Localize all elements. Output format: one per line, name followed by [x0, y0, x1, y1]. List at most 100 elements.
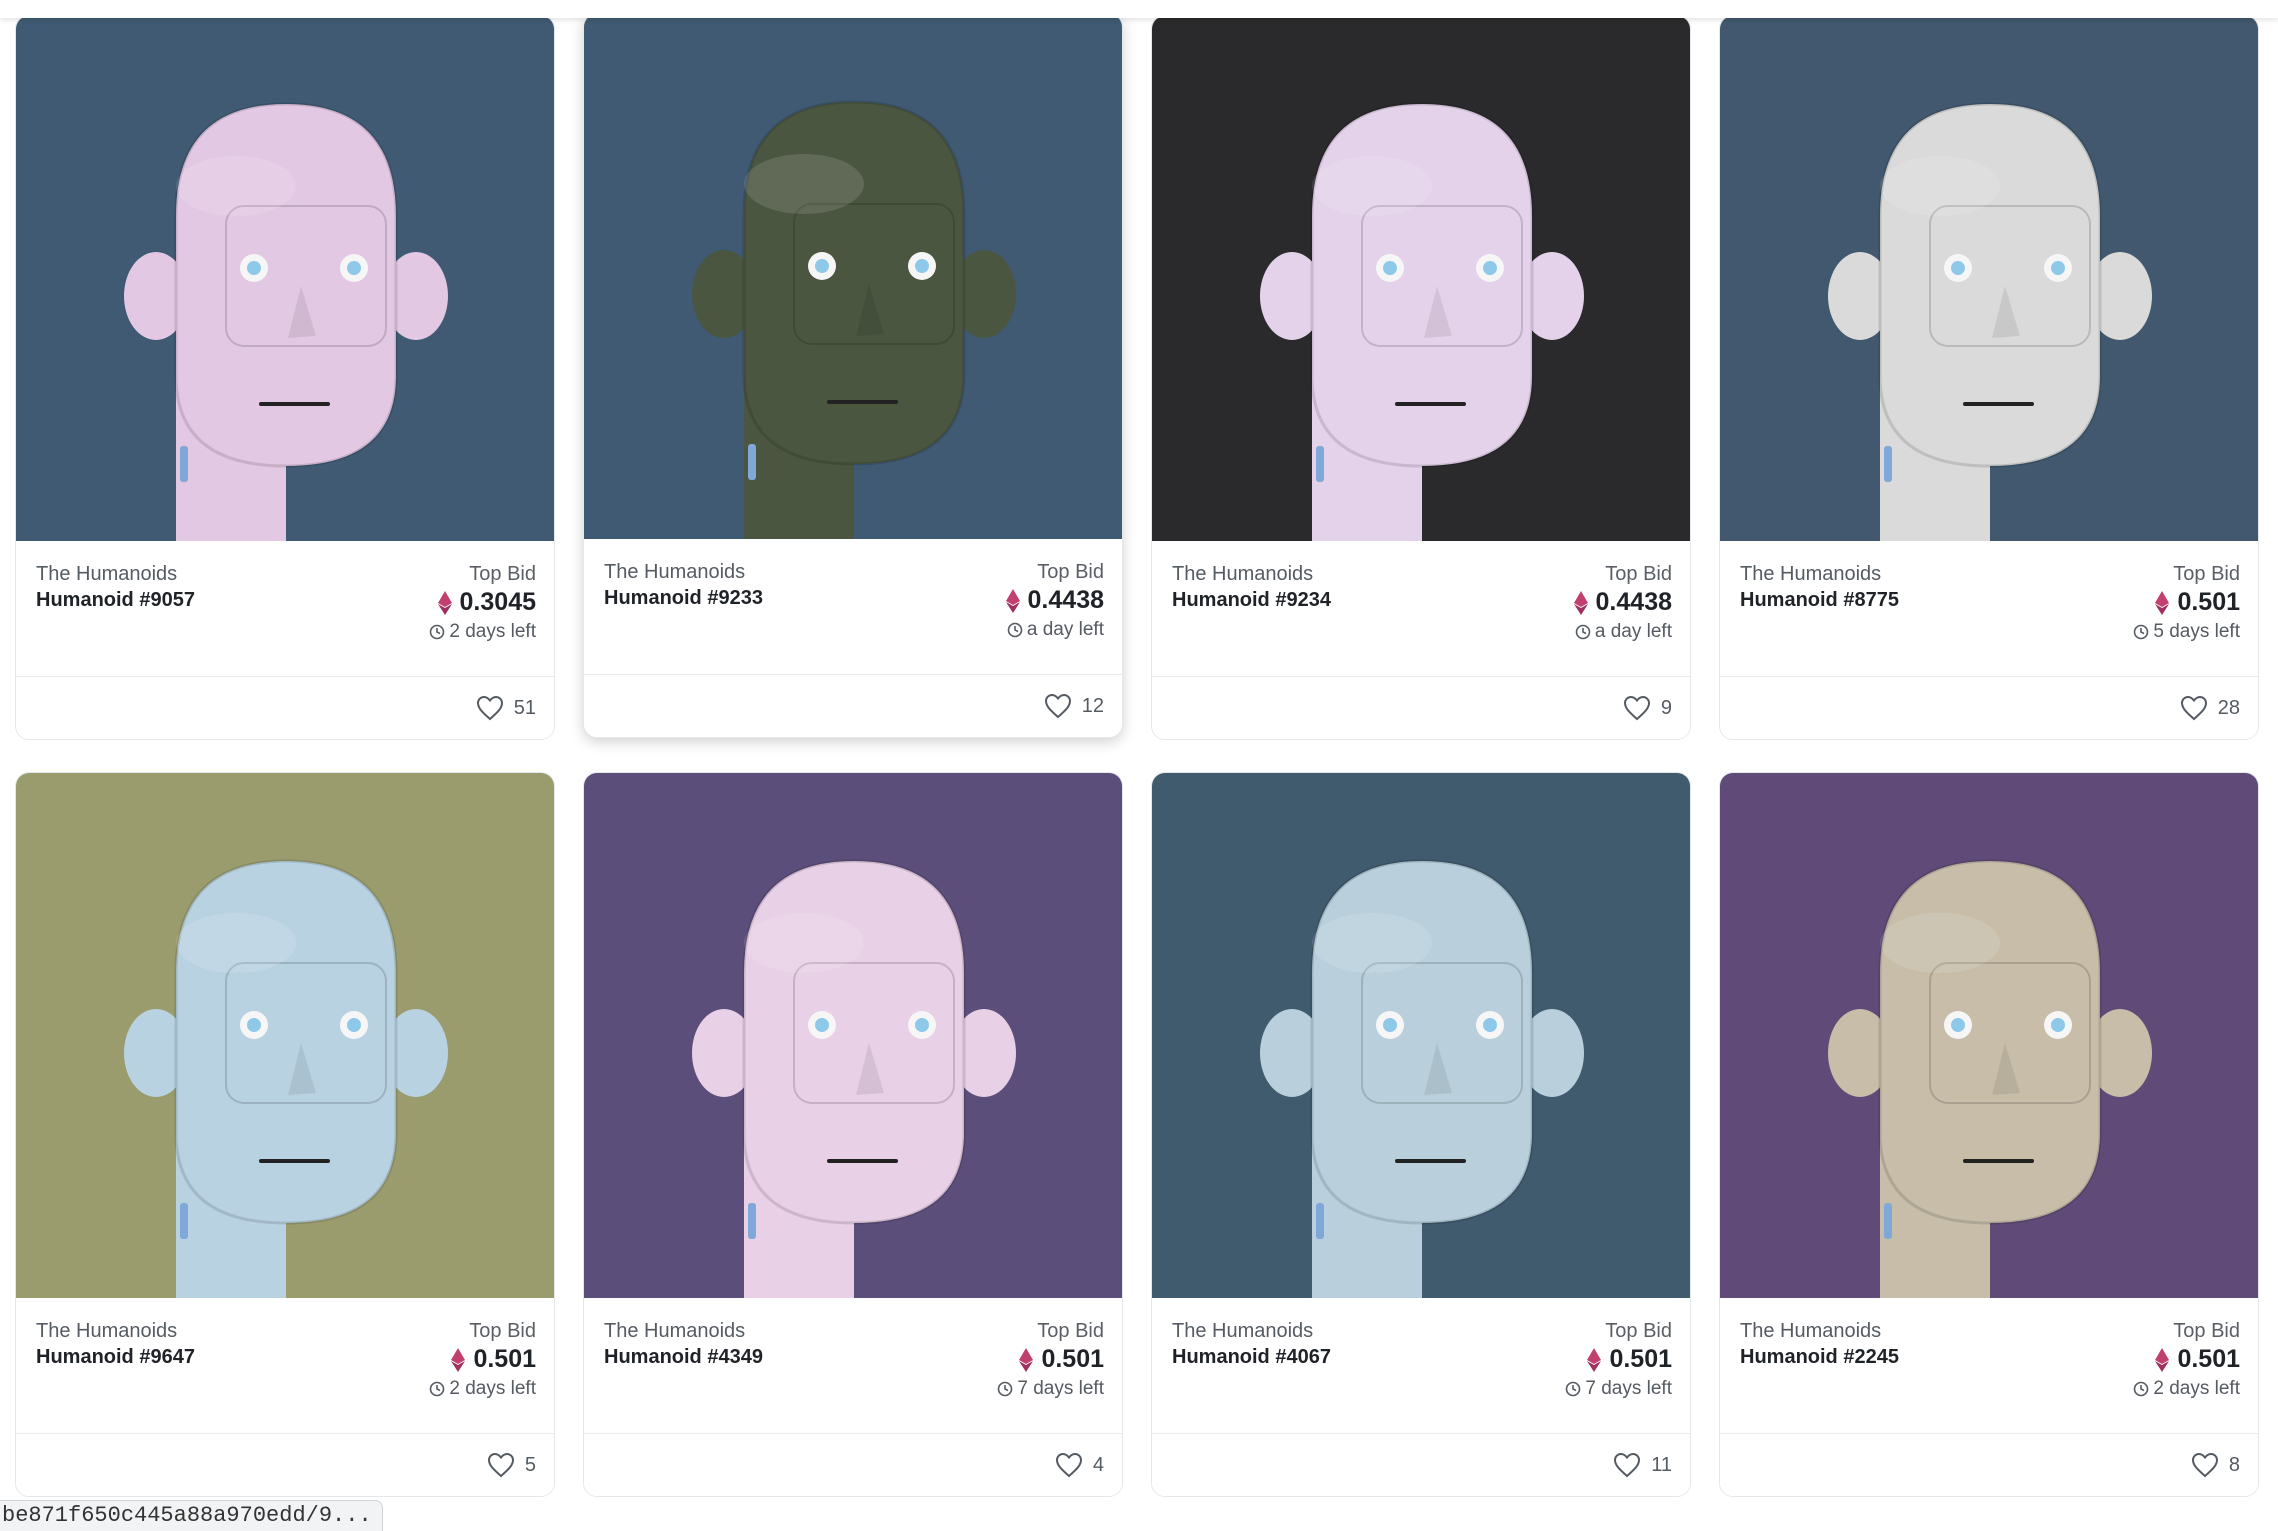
nft-card[interactable]: The Humanoids Humanoid #9234 Top Bid 0.4… — [1151, 15, 1691, 740]
top-bid-price: 0.501 — [2155, 588, 2240, 617]
top-bid-price: 0.4438 — [1005, 586, 1104, 615]
favorite-control[interactable]: 5 — [487, 1452, 536, 1478]
eth-icon — [1019, 1347, 1034, 1372]
nft-image[interactable] — [1152, 16, 1690, 541]
eth-icon — [437, 590, 452, 615]
nft-card[interactable]: The Humanoids Humanoid #9233 Top Bid 0.4… — [583, 13, 1123, 738]
card-footer: 51 — [16, 676, 554, 739]
clock-icon — [2133, 624, 2149, 640]
nft-name[interactable]: Humanoid #4067 — [1172, 1346, 1331, 1369]
clock-icon — [1007, 622, 1023, 638]
heart-icon[interactable] — [1055, 1452, 1083, 1478]
collection-name[interactable]: The Humanoids — [1172, 563, 1313, 586]
top-bid-label: Top Bid — [1605, 563, 1672, 585]
heart-icon[interactable] — [2180, 695, 2208, 721]
top-bid-label: Top Bid — [1037, 561, 1104, 583]
price-value: 0.3045 — [459, 588, 536, 616]
time-remaining: 7 days left — [997, 1378, 1104, 1400]
nft-card[interactable]: The Humanoids Humanoid #9057 Top Bid 0.3… — [15, 15, 555, 740]
price-value: 0.501 — [1041, 1345, 1104, 1373]
eth-icon — [2155, 590, 2170, 615]
clock-icon — [429, 1381, 445, 1397]
top-bid-label: Top Bid — [2173, 563, 2240, 585]
collection-name[interactable]: The Humanoids — [36, 563, 177, 586]
nft-image[interactable] — [16, 773, 554, 1298]
card-footer: 9 — [1152, 676, 1690, 739]
like-count: 12 — [1081, 694, 1104, 717]
like-count: 5 — [524, 1453, 536, 1476]
nft-card[interactable]: The Humanoids Humanoid #4067 Top Bid 0.5… — [1151, 772, 1691, 1497]
nft-card[interactable]: The Humanoids Humanoid #8775 Top Bid 0.5… — [1719, 15, 2259, 740]
favorite-control[interactable]: 8 — [2191, 1452, 2240, 1478]
card-info: The Humanoids Humanoid #9234 Top Bid 0.4… — [1152, 541, 1690, 676]
collection-name[interactable]: The Humanoids — [604, 1320, 745, 1343]
nft-name[interactable]: Humanoid #4349 — [604, 1346, 763, 1369]
top-bid-price: 0.501 — [2155, 1345, 2240, 1374]
eth-icon — [2155, 1347, 2170, 1372]
nft-name[interactable]: Humanoid #2245 — [1740, 1346, 1899, 1369]
status-bar-url: be871f650c445a88a970edd/9... — [0, 1500, 383, 1531]
time-remaining: 5 days left — [2133, 621, 2240, 643]
nft-name[interactable]: Humanoid #9647 — [36, 1346, 195, 1369]
time-remaining: a day left — [1575, 621, 1672, 643]
top-bid-price: 0.4438 — [1573, 588, 1672, 617]
card-footer: 11 — [1152, 1433, 1690, 1496]
nft-name[interactable]: Humanoid #8775 — [1740, 589, 1899, 612]
favorite-control[interactable]: 12 — [1044, 693, 1104, 719]
favorite-control[interactable]: 9 — [1623, 695, 1672, 721]
nft-image[interactable] — [584, 14, 1122, 539]
nft-card[interactable]: The Humanoids Humanoid #2245 Top Bid 0.5… — [1719, 772, 2259, 1497]
heart-icon[interactable] — [476, 695, 504, 721]
like-count: 28 — [2217, 696, 2240, 719]
collection-name[interactable]: The Humanoids — [36, 1320, 177, 1343]
nft-image[interactable] — [1720, 16, 2258, 541]
nft-image[interactable] — [1720, 773, 2258, 1298]
time-left-text: 5 days left — [2153, 621, 2240, 642]
card-info: The Humanoids Humanoid #9057 Top Bid 0.3… — [16, 541, 554, 676]
collection-name[interactable]: The Humanoids — [1740, 563, 1881, 586]
nft-image[interactable] — [16, 16, 554, 541]
eth-icon — [1573, 590, 1588, 615]
heart-icon[interactable] — [1044, 693, 1072, 719]
price-value: 0.501 — [473, 1345, 536, 1373]
time-remaining: a day left — [1007, 619, 1104, 641]
nft-card[interactable]: The Humanoids Humanoid #4349 Top Bid 0.5… — [583, 772, 1123, 1497]
card-info: The Humanoids Humanoid #9233 Top Bid 0.4… — [584, 539, 1122, 674]
collection-name[interactable]: The Humanoids — [1740, 1320, 1881, 1343]
eth-icon — [451, 1347, 466, 1372]
clock-icon — [997, 1381, 1013, 1397]
nft-name[interactable]: Humanoid #9057 — [36, 589, 195, 612]
like-count: 11 — [1651, 1453, 1672, 1476]
nft-image[interactable] — [584, 773, 1122, 1298]
favorite-control[interactable]: 51 — [476, 695, 536, 721]
price-value: 0.501 — [1609, 1345, 1672, 1373]
card-footer: 12 — [584, 674, 1122, 737]
top-bid-price: 0.501 — [451, 1345, 536, 1374]
nft-name[interactable]: Humanoid #9233 — [604, 587, 763, 610]
heart-icon[interactable] — [487, 1452, 515, 1478]
heart-icon[interactable] — [1613, 1452, 1641, 1478]
nft-name[interactable]: Humanoid #9234 — [1172, 589, 1331, 612]
time-left-text: 2 days left — [2153, 1378, 2240, 1399]
top-bid-label: Top Bid — [469, 563, 536, 585]
top-header-edge — [0, 0, 2278, 18]
top-bid-price: 0.3045 — [437, 588, 536, 617]
nft-image[interactable] — [1152, 773, 1690, 1298]
top-bid-label: Top Bid — [469, 1320, 536, 1342]
time-left-text: a day left — [1594, 621, 1672, 642]
favorite-control[interactable]: 4 — [1055, 1452, 1104, 1478]
heart-icon[interactable] — [2191, 1452, 2219, 1478]
nft-card[interactable]: The Humanoids Humanoid #9647 Top Bid 0.5… — [15, 772, 555, 1497]
favorite-control[interactable]: 28 — [2180, 695, 2240, 721]
time-remaining: 7 days left — [1565, 1378, 1672, 1400]
time-remaining: 2 days left — [429, 1378, 536, 1400]
time-left-text: 2 days left — [449, 621, 536, 642]
heart-icon[interactable] — [1623, 695, 1651, 721]
collection-name[interactable]: The Humanoids — [1172, 1320, 1313, 1343]
favorite-control[interactable]: 11 — [1613, 1452, 1672, 1478]
eth-icon — [1587, 1347, 1602, 1372]
clock-icon — [2133, 1381, 2149, 1397]
collection-name[interactable]: The Humanoids — [604, 561, 745, 584]
time-left-text: 7 days left — [1017, 1378, 1104, 1399]
price-value: 0.4438 — [1595, 588, 1672, 616]
